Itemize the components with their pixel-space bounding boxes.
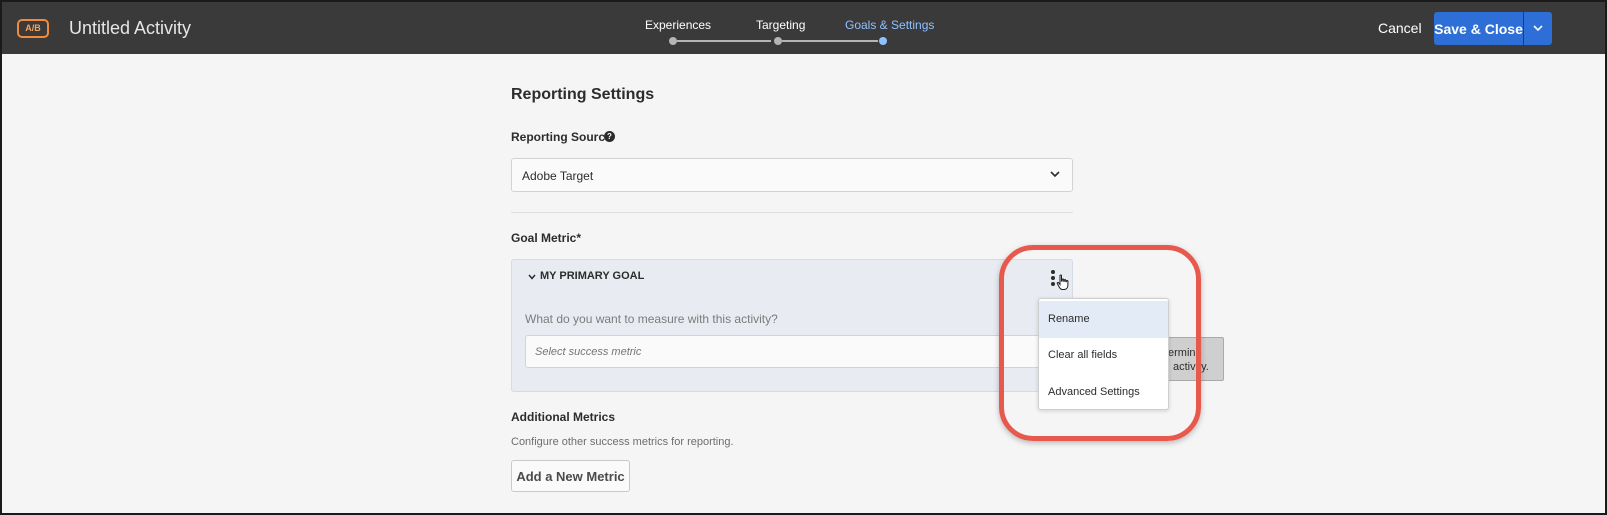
success-metric-select[interactable] (525, 335, 1045, 368)
step-experiences[interactable]: Experiences (645, 18, 711, 32)
chevron-down-icon (1533, 25, 1543, 32)
measure-question: What do you want to measure with this ac… (525, 312, 778, 326)
step-dot-targeting[interactable] (774, 37, 782, 45)
step-goals-settings[interactable]: Goals & Settings (845, 18, 934, 32)
step-connector (677, 40, 771, 42)
chevron-down-icon (1050, 171, 1060, 178)
callout-highlight-ring (999, 245, 1201, 441)
reporting-source-label: Reporting Source (511, 130, 612, 144)
section-divider (511, 212, 1073, 213)
app-frame: A/B Untitled Activity Experiences Target… (0, 0, 1607, 515)
goal-metric-label: Goal Metric* (511, 231, 582, 245)
primary-goal-name[interactable]: MY PRIMARY GOAL (540, 270, 644, 282)
reporting-source-value: Adobe Target (522, 169, 594, 183)
save-close-button[interactable]: Save & Close (1434, 12, 1523, 45)
help-icon[interactable]: ? (604, 131, 615, 142)
step-connector (782, 40, 878, 42)
cancel-button[interactable]: Cancel (1378, 20, 1422, 36)
top-header: A/B Untitled Activity Experiences Target… (2, 2, 1605, 54)
reporting-settings-heading: Reporting Settings (511, 86, 655, 103)
step-dot-experiences[interactable] (669, 37, 677, 45)
additional-metrics-heading: Additional Metrics (511, 410, 616, 424)
save-options-dropdown[interactable] (1524, 12, 1552, 45)
add-new-metric-button[interactable]: Add a New Metric (511, 460, 630, 492)
reporting-source-select[interactable]: Adobe Target (511, 158, 1073, 192)
step-dot-goals-settings[interactable] (879, 37, 887, 45)
step-targeting[interactable]: Targeting (756, 18, 805, 32)
chevron-down-icon[interactable] (528, 274, 536, 280)
workflow-steps: Experiences Targeting Goals & Settings (2, 2, 1605, 54)
additional-metrics-description: Configure other success metrics for repo… (511, 436, 734, 448)
